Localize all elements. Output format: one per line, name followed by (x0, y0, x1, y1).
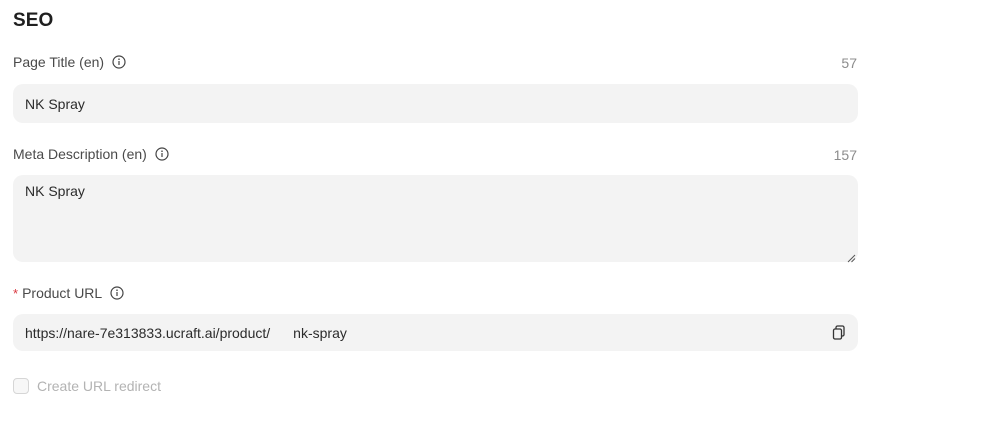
seo-section-title: SEO (13, 10, 54, 31)
product-url-input[interactable]: https://nare-7e313833.ucraft.ai/product/… (13, 314, 858, 351)
required-marker: * (13, 285, 19, 301)
info-icon[interactable] (110, 286, 124, 300)
page-title-label-row: Page Title (en) (13, 53, 126, 71)
page-title-char-counter: 57 (841, 55, 857, 71)
create-url-redirect-row[interactable]: Create URL redirect (13, 378, 161, 394)
meta-description-label: Meta Description (en) (13, 146, 147, 162)
product-url-slug[interactable]: nk-spray (293, 325, 347, 341)
meta-description-char-counter: 157 (833, 147, 857, 163)
meta-description-value: NK Spray (25, 183, 85, 199)
page-title-value: NK Spray (25, 95, 85, 112)
info-icon[interactable] (155, 147, 169, 161)
meta-description-label-row: Meta Description (en) (13, 145, 169, 163)
meta-description-textarea[interactable]: NK Spray (13, 175, 858, 263)
page-title-label: Page Title (en) (13, 54, 105, 70)
info-icon[interactable] (112, 55, 126, 69)
product-url-label: Product URL (22, 285, 103, 301)
page-title-input[interactable]: NK Spray (13, 84, 858, 123)
copy-icon[interactable] (832, 325, 846, 340)
resize-handle-icon[interactable] (846, 250, 856, 263)
product-url-label-row: * Product URL (13, 284, 124, 302)
product-url-prefix: https://nare-7e313833.ucraft.ai/product/ (25, 324, 271, 341)
create-url-redirect-checkbox[interactable] (13, 378, 29, 394)
create-url-redirect-label: Create URL redirect (37, 378, 161, 394)
